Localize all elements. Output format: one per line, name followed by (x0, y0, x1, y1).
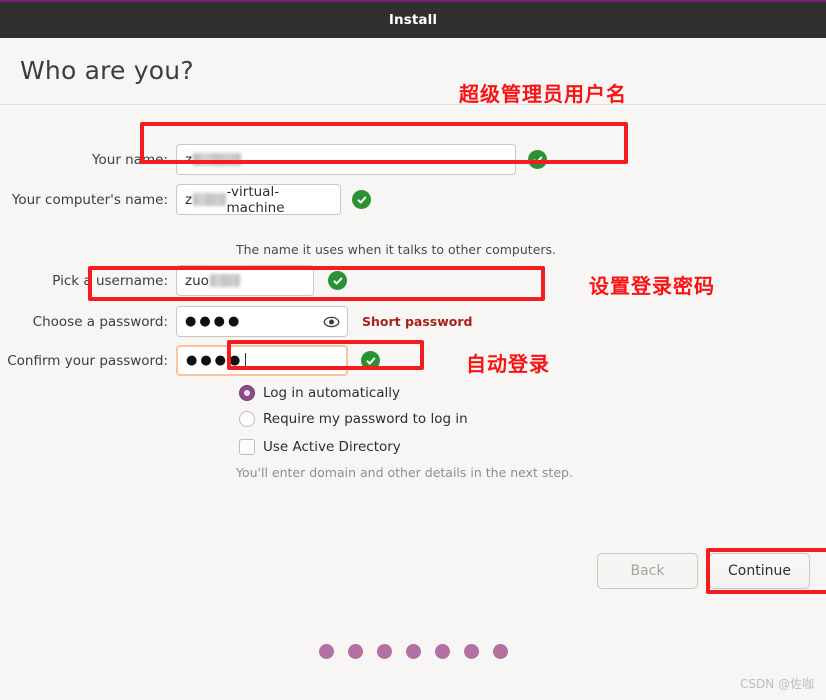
username-input[interactable]: zuo (176, 265, 314, 296)
progress-dot (434, 644, 450, 659)
progress-dot (463, 644, 479, 659)
header-divider (0, 104, 826, 105)
username-redaction (209, 274, 240, 287)
annotation-set-password: 设置登录密码 (589, 274, 715, 298)
check-circle-icon (361, 351, 380, 370)
radio-selected-icon[interactable] (239, 385, 255, 401)
progress-dots (0, 644, 826, 659)
back-button-label: Back (630, 563, 665, 579)
progress-dot (318, 644, 334, 659)
field-row-password: Choose a password: ●●●● Short password (6, 306, 473, 337)
computer-name-input[interactable]: z -virtual-machine (176, 183, 341, 216)
annotation-auto-login: 自动登录 (466, 352, 550, 376)
check-circle-icon (528, 150, 547, 169)
your-name-label: Your name: (92, 151, 168, 168)
continue-button[interactable]: Continue (709, 553, 810, 589)
option-login-automatically-label: Log in automatically (263, 385, 401, 401)
checkbox-unchecked-icon[interactable] (239, 439, 255, 455)
computer-name-label: Your computer's name: (11, 191, 168, 208)
username-value: zuo (185, 272, 209, 289)
confirm-password-input[interactable]: ●●●● (176, 345, 348, 376)
your-name-input[interactable]: z (176, 144, 516, 175)
username-label: Pick a username: (52, 272, 168, 289)
computer-name-value-prefix: z (185, 191, 193, 208)
active-directory-hint: You'll enter domain and other details in… (236, 465, 573, 480)
password-strength-message: Short password (362, 314, 473, 329)
continue-button-label: Continue (728, 563, 791, 579)
progress-dot (376, 644, 392, 659)
field-row-your-name: Your name: z (6, 144, 547, 175)
computer-name-value-suffix: -virtual-machine (226, 183, 285, 216)
option-use-active-directory[interactable]: Use Active Directory (239, 439, 401, 455)
option-require-password[interactable]: Require my password to log in (239, 411, 468, 427)
field-row-confirm-password: Confirm your password: ●●●● (6, 345, 380, 376)
progress-dot (405, 644, 421, 659)
check-circle-icon (328, 271, 347, 290)
radio-unselected-icon[interactable] (239, 411, 255, 427)
installer-page: Who are you? Your name: z Your computer'… (0, 38, 826, 700)
watermark: CSDN @佐咖 (739, 677, 814, 691)
your-name-value: z (185, 151, 193, 168)
annotation-admin-username: 超级管理员用户名 (459, 82, 627, 106)
password-value: ●●●● (185, 314, 243, 329)
eye-icon[interactable] (323, 313, 340, 330)
confirm-password-value: ●●●● (186, 353, 244, 368)
field-row-username: Pick a username: zuo (6, 265, 347, 296)
password-input[interactable]: ●●●● (176, 306, 348, 337)
window-title: Install (388, 12, 438, 28)
your-name-redaction (193, 153, 242, 166)
option-require-password-label: Require my password to log in (263, 411, 468, 427)
progress-dot (347, 644, 363, 659)
computer-name-hint: The name it uses when it talks to other … (236, 242, 557, 257)
page-title: Who are you? (20, 56, 194, 85)
confirm-password-label: Confirm your password: (7, 352, 168, 369)
check-circle-icon (352, 190, 371, 209)
window-titlebar: Install (0, 0, 826, 38)
computer-name-redaction (193, 193, 226, 206)
field-row-computer-name: Your computer's name: z -virtual-machine (6, 183, 371, 216)
option-login-automatically[interactable]: Log in automatically (239, 385, 400, 401)
option-use-active-directory-label: Use Active Directory (263, 439, 401, 455)
progress-dot (492, 644, 508, 659)
back-button[interactable]: Back (597, 553, 698, 589)
password-label: Choose a password: (32, 313, 168, 330)
